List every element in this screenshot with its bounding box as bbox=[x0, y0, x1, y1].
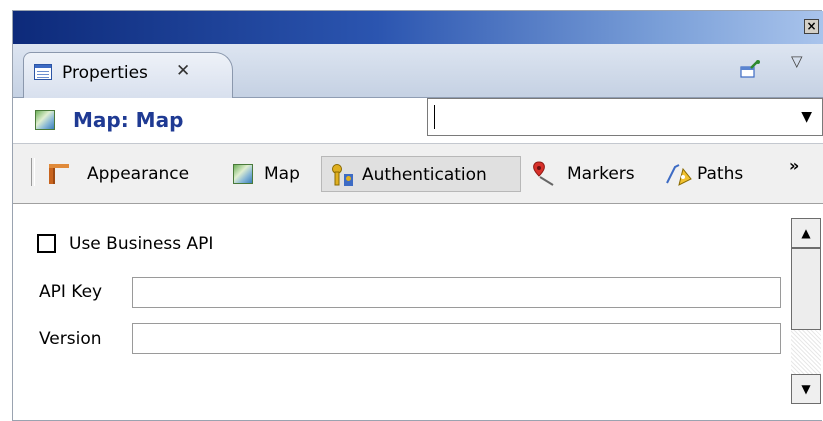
properties-header: Map: Map ▼ bbox=[13, 98, 823, 144]
api-key-field[interactable] bbox=[132, 277, 781, 308]
use-business-api-checkbox[interactable] bbox=[37, 234, 56, 253]
page-title: Map: Map bbox=[73, 108, 184, 132]
tab-paths[interactable]: Paths bbox=[661, 156, 771, 192]
tab-appearance[interactable]: Appearance bbox=[41, 156, 227, 192]
map-icon bbox=[35, 110, 55, 130]
element-combo[interactable]: ▼ bbox=[427, 98, 823, 136]
version-label: Version bbox=[39, 329, 102, 349]
authentication-section: Use Business API API Key Version ▲ ▼ bbox=[13, 204, 823, 415]
properties-icon bbox=[34, 64, 52, 80]
more-sections-button[interactable]: » bbox=[789, 156, 799, 175]
api-key-label: API Key bbox=[39, 282, 103, 302]
tab-authentication[interactable]: Authentication bbox=[321, 156, 521, 192]
tab-map[interactable]: Map bbox=[227, 156, 317, 192]
marker-icon bbox=[533, 161, 554, 186]
vertical-scrollbar[interactable]: ▲ ▼ bbox=[791, 218, 821, 404]
section-toolbar: Appearance Map Authentication Markers Pa… bbox=[13, 144, 823, 204]
scroll-down-button[interactable]: ▼ bbox=[791, 374, 821, 404]
tab-authentication-label: Authentication bbox=[362, 165, 487, 185]
tab-markers[interactable]: Markers bbox=[525, 156, 655, 192]
tab-properties[interactable]: Properties ✕ bbox=[23, 52, 233, 98]
view-menu-icon[interactable]: ▽ bbox=[791, 52, 803, 70]
tab-close-icon[interactable]: ✕ bbox=[176, 61, 190, 81]
tab-markers-label: Markers bbox=[567, 164, 635, 184]
window-close-button[interactable]: × bbox=[804, 19, 819, 34]
tab-map-label: Map bbox=[264, 164, 300, 184]
use-business-api-label: Use Business API bbox=[69, 234, 214, 254]
text-cursor bbox=[434, 105, 435, 129]
chevron-down-icon[interactable]: ▼ bbox=[801, 109, 812, 125]
map-icon bbox=[233, 164, 253, 184]
tab-paths-label: Paths bbox=[697, 164, 744, 184]
view-tab-row: Properties ✕ ▽ bbox=[13, 44, 823, 98]
pin-icon[interactable] bbox=[740, 60, 760, 78]
appearance-icon bbox=[49, 164, 69, 184]
keys-icon bbox=[332, 164, 353, 186]
tab-appearance-label: Appearance bbox=[87, 164, 190, 184]
tab-properties-label: Properties bbox=[62, 63, 148, 83]
scroll-up-button[interactable]: ▲ bbox=[791, 218, 821, 248]
paths-icon bbox=[666, 164, 692, 186]
scroll-thumb[interactable] bbox=[791, 248, 821, 330]
version-field[interactable] bbox=[132, 323, 781, 354]
properties-view: × Properties ✕ ▽ Map: Map ▼ Appearance M… bbox=[0, 0, 823, 421]
window-title-bar[interactable]: × bbox=[13, 11, 823, 44]
toolbar-separator bbox=[31, 158, 35, 186]
